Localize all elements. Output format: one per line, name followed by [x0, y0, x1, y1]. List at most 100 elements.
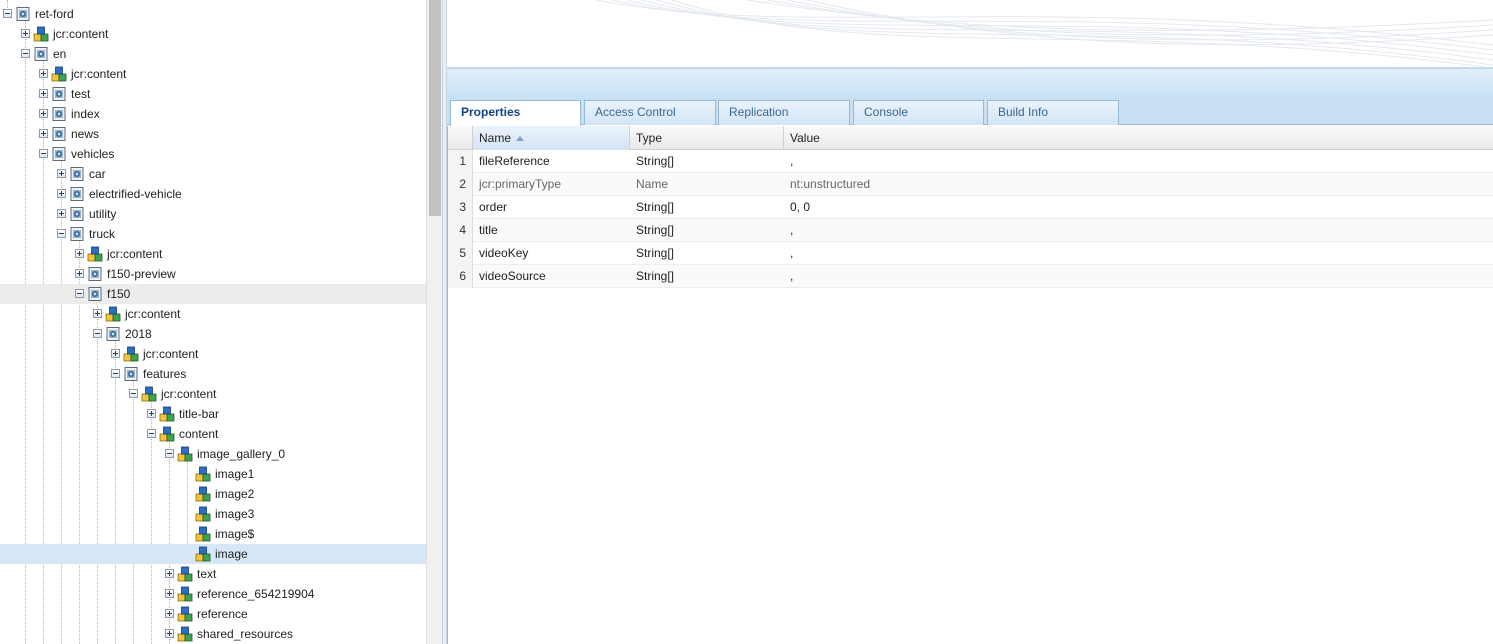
tree-node[interactable]: content [0, 424, 426, 444]
property-value-cell[interactable]: , [784, 265, 1484, 288]
column-header-type[interactable]: Type [630, 126, 784, 150]
tree-node[interactable]: reference [0, 604, 426, 624]
tree-node[interactable]: f150 [0, 284, 426, 304]
tree-node[interactable]: jcr:content [0, 24, 426, 44]
tree-node[interactable]: features [0, 364, 426, 384]
property-type-cell[interactable]: String[] [630, 219, 784, 242]
property-value-cell[interactable]: , [784, 150, 1484, 173]
tree-node[interactable]: image$ [0, 524, 426, 544]
properties-grid[interactable]: Name Type Value 1 fileReference String[], 2… [447, 126, 1493, 644]
table-row[interactable]: 2 jcr:primaryType Name nt:unstructured [448, 173, 1493, 196]
tree-node-label: image3 [215, 507, 255, 521]
tree-node[interactable]: index [0, 104, 426, 124]
expand-icon[interactable] [39, 89, 48, 98]
content-node-icon [195, 526, 211, 542]
table-row[interactable]: 6 videoSource String[], [448, 265, 1493, 288]
tree-node[interactable]: test [0, 84, 426, 104]
tree-node[interactable]: jcr:content [0, 304, 426, 324]
tree-node[interactable]: jcr:content [0, 244, 426, 264]
expand-icon[interactable] [39, 129, 48, 138]
collapse-icon[interactable] [129, 389, 138, 398]
expand-icon[interactable] [165, 609, 174, 618]
expand-icon[interactable] [93, 309, 102, 318]
property-type-cell[interactable]: String[] [630, 150, 784, 173]
table-row[interactable]: 1 fileReference String[], [448, 150, 1493, 173]
collapse-icon[interactable] [165, 449, 174, 458]
content-node-icon [105, 306, 121, 322]
expand-icon[interactable] [165, 589, 174, 598]
collapse-icon[interactable] [39, 149, 48, 158]
collapse-icon[interactable] [75, 289, 84, 298]
collapse-icon[interactable] [3, 9, 12, 18]
tree-node[interactable]: jcr:content [0, 64, 426, 84]
expand-icon[interactable] [75, 269, 84, 278]
tree-node[interactable]: f150-preview [0, 264, 426, 284]
property-name-cell[interactable]: fileReference [473, 150, 630, 173]
tree-node[interactable]: ret-ford [0, 4, 426, 24]
tree-node[interactable]: image2 [0, 484, 426, 504]
property-name-cell[interactable]: videoSource [473, 265, 630, 288]
expand-icon[interactable] [147, 409, 156, 418]
tree-node[interactable]: shared_resources [0, 624, 426, 644]
collapse-icon[interactable] [57, 229, 66, 238]
property-type-cell[interactable]: Name [630, 173, 784, 196]
expand-icon[interactable] [75, 249, 84, 258]
tree-node[interactable]: electrified-vehicle [0, 184, 426, 204]
collapse-icon[interactable] [111, 369, 120, 378]
tree-scrollbar-thumb[interactable] [429, 0, 441, 216]
expand-icon[interactable] [21, 29, 30, 38]
expand-icon[interactable] [111, 349, 120, 358]
table-row[interactable]: 3 order String[] 0, 0 [448, 196, 1493, 219]
tab-build-info[interactable]: Build Info [987, 100, 1119, 125]
expand-icon[interactable] [165, 629, 174, 638]
collapse-icon[interactable] [21, 49, 30, 58]
tree-node[interactable]: jcr:content [0, 344, 426, 364]
tree-node[interactable]: news [0, 124, 426, 144]
tree-scrollbar[interactable] [426, 0, 442, 644]
tree-node[interactable]: vehicles [0, 144, 426, 164]
tree-node[interactable]: image1 [0, 464, 426, 484]
property-name-cell[interactable]: order [473, 196, 630, 219]
column-header-value-label: Value [790, 131, 820, 145]
property-type-cell[interactable]: String[] [630, 196, 784, 219]
content-node-icon [33, 26, 49, 42]
tab-replication[interactable]: Replication [718, 100, 850, 125]
expand-icon[interactable] [57, 169, 66, 178]
tree-node[interactable]: image [0, 544, 426, 564]
property-value-cell[interactable]: nt:unstructured [784, 173, 1484, 196]
column-header-name[interactable]: Name [473, 126, 630, 150]
property-name-cell[interactable]: title [473, 219, 630, 242]
tab-access-control[interactable]: Access Control [584, 100, 716, 125]
expand-icon[interactable] [39, 109, 48, 118]
repository-tree[interactable]: ret-ford jcr:content en jcr:content test inde… [0, 0, 426, 644]
expand-icon[interactable] [57, 189, 66, 198]
property-value-cell[interactable]: , [784, 242, 1484, 265]
tree-node[interactable]: image_gallery_0 [0, 444, 426, 464]
collapse-icon[interactable] [93, 329, 102, 338]
tree-node[interactable]: reference_654219904 [0, 584, 426, 604]
property-name-cell[interactable]: videoKey [473, 242, 630, 265]
expand-icon[interactable] [165, 569, 174, 578]
tree-node[interactable]: image3 [0, 504, 426, 524]
tree-node[interactable]: jcr:content [0, 384, 426, 404]
tree-node[interactable]: car [0, 164, 426, 184]
column-header-value[interactable]: Value [784, 126, 1493, 150]
property-value-cell[interactable]: 0, 0 [784, 196, 1484, 219]
tree-node[interactable]: 2018 [0, 324, 426, 344]
tree-node[interactable]: utility [0, 204, 426, 224]
tab-properties[interactable]: Properties [450, 100, 581, 126]
tree-node[interactable]: title-bar [0, 404, 426, 424]
property-type-cell[interactable]: String[] [630, 265, 784, 288]
property-type-cell[interactable]: String[] [630, 242, 784, 265]
expand-icon[interactable] [57, 209, 66, 218]
tree-node[interactable]: text [0, 564, 426, 584]
collapse-icon[interactable] [147, 429, 156, 438]
expand-icon[interactable] [39, 69, 48, 78]
tab-console[interactable]: Console [853, 100, 984, 125]
table-row[interactable]: 4 title String[], [448, 219, 1493, 242]
property-value-cell[interactable]: , [784, 219, 1484, 242]
tree-node[interactable]: truck [0, 224, 426, 244]
tree-node[interactable]: en [0, 44, 426, 64]
table-row[interactable]: 5 videoKey String[], [448, 242, 1493, 265]
property-name-cell[interactable]: jcr:primaryType [473, 173, 630, 196]
